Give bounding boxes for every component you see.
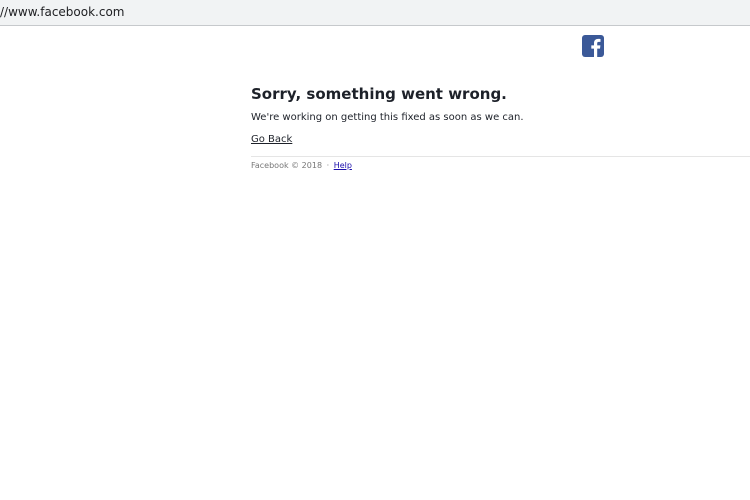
facebook-logo-icon xyxy=(582,35,604,57)
footer-divider xyxy=(251,156,750,157)
footer: Facebook © 2018 · Help xyxy=(251,161,352,170)
go-back-link[interactable]: Go Back xyxy=(251,134,292,145)
copyright-text: Facebook © 2018 xyxy=(251,161,323,170)
error-message: We're working on getting this fixed as s… xyxy=(251,112,524,123)
browser-address-bar[interactable]: //www.facebook.com xyxy=(0,0,750,26)
help-link[interactable]: Help xyxy=(334,161,352,170)
footer-separator: · xyxy=(326,161,330,170)
url-text[interactable]: //www.facebook.com xyxy=(0,5,125,19)
error-title: Sorry, something went wrong. xyxy=(251,85,507,103)
